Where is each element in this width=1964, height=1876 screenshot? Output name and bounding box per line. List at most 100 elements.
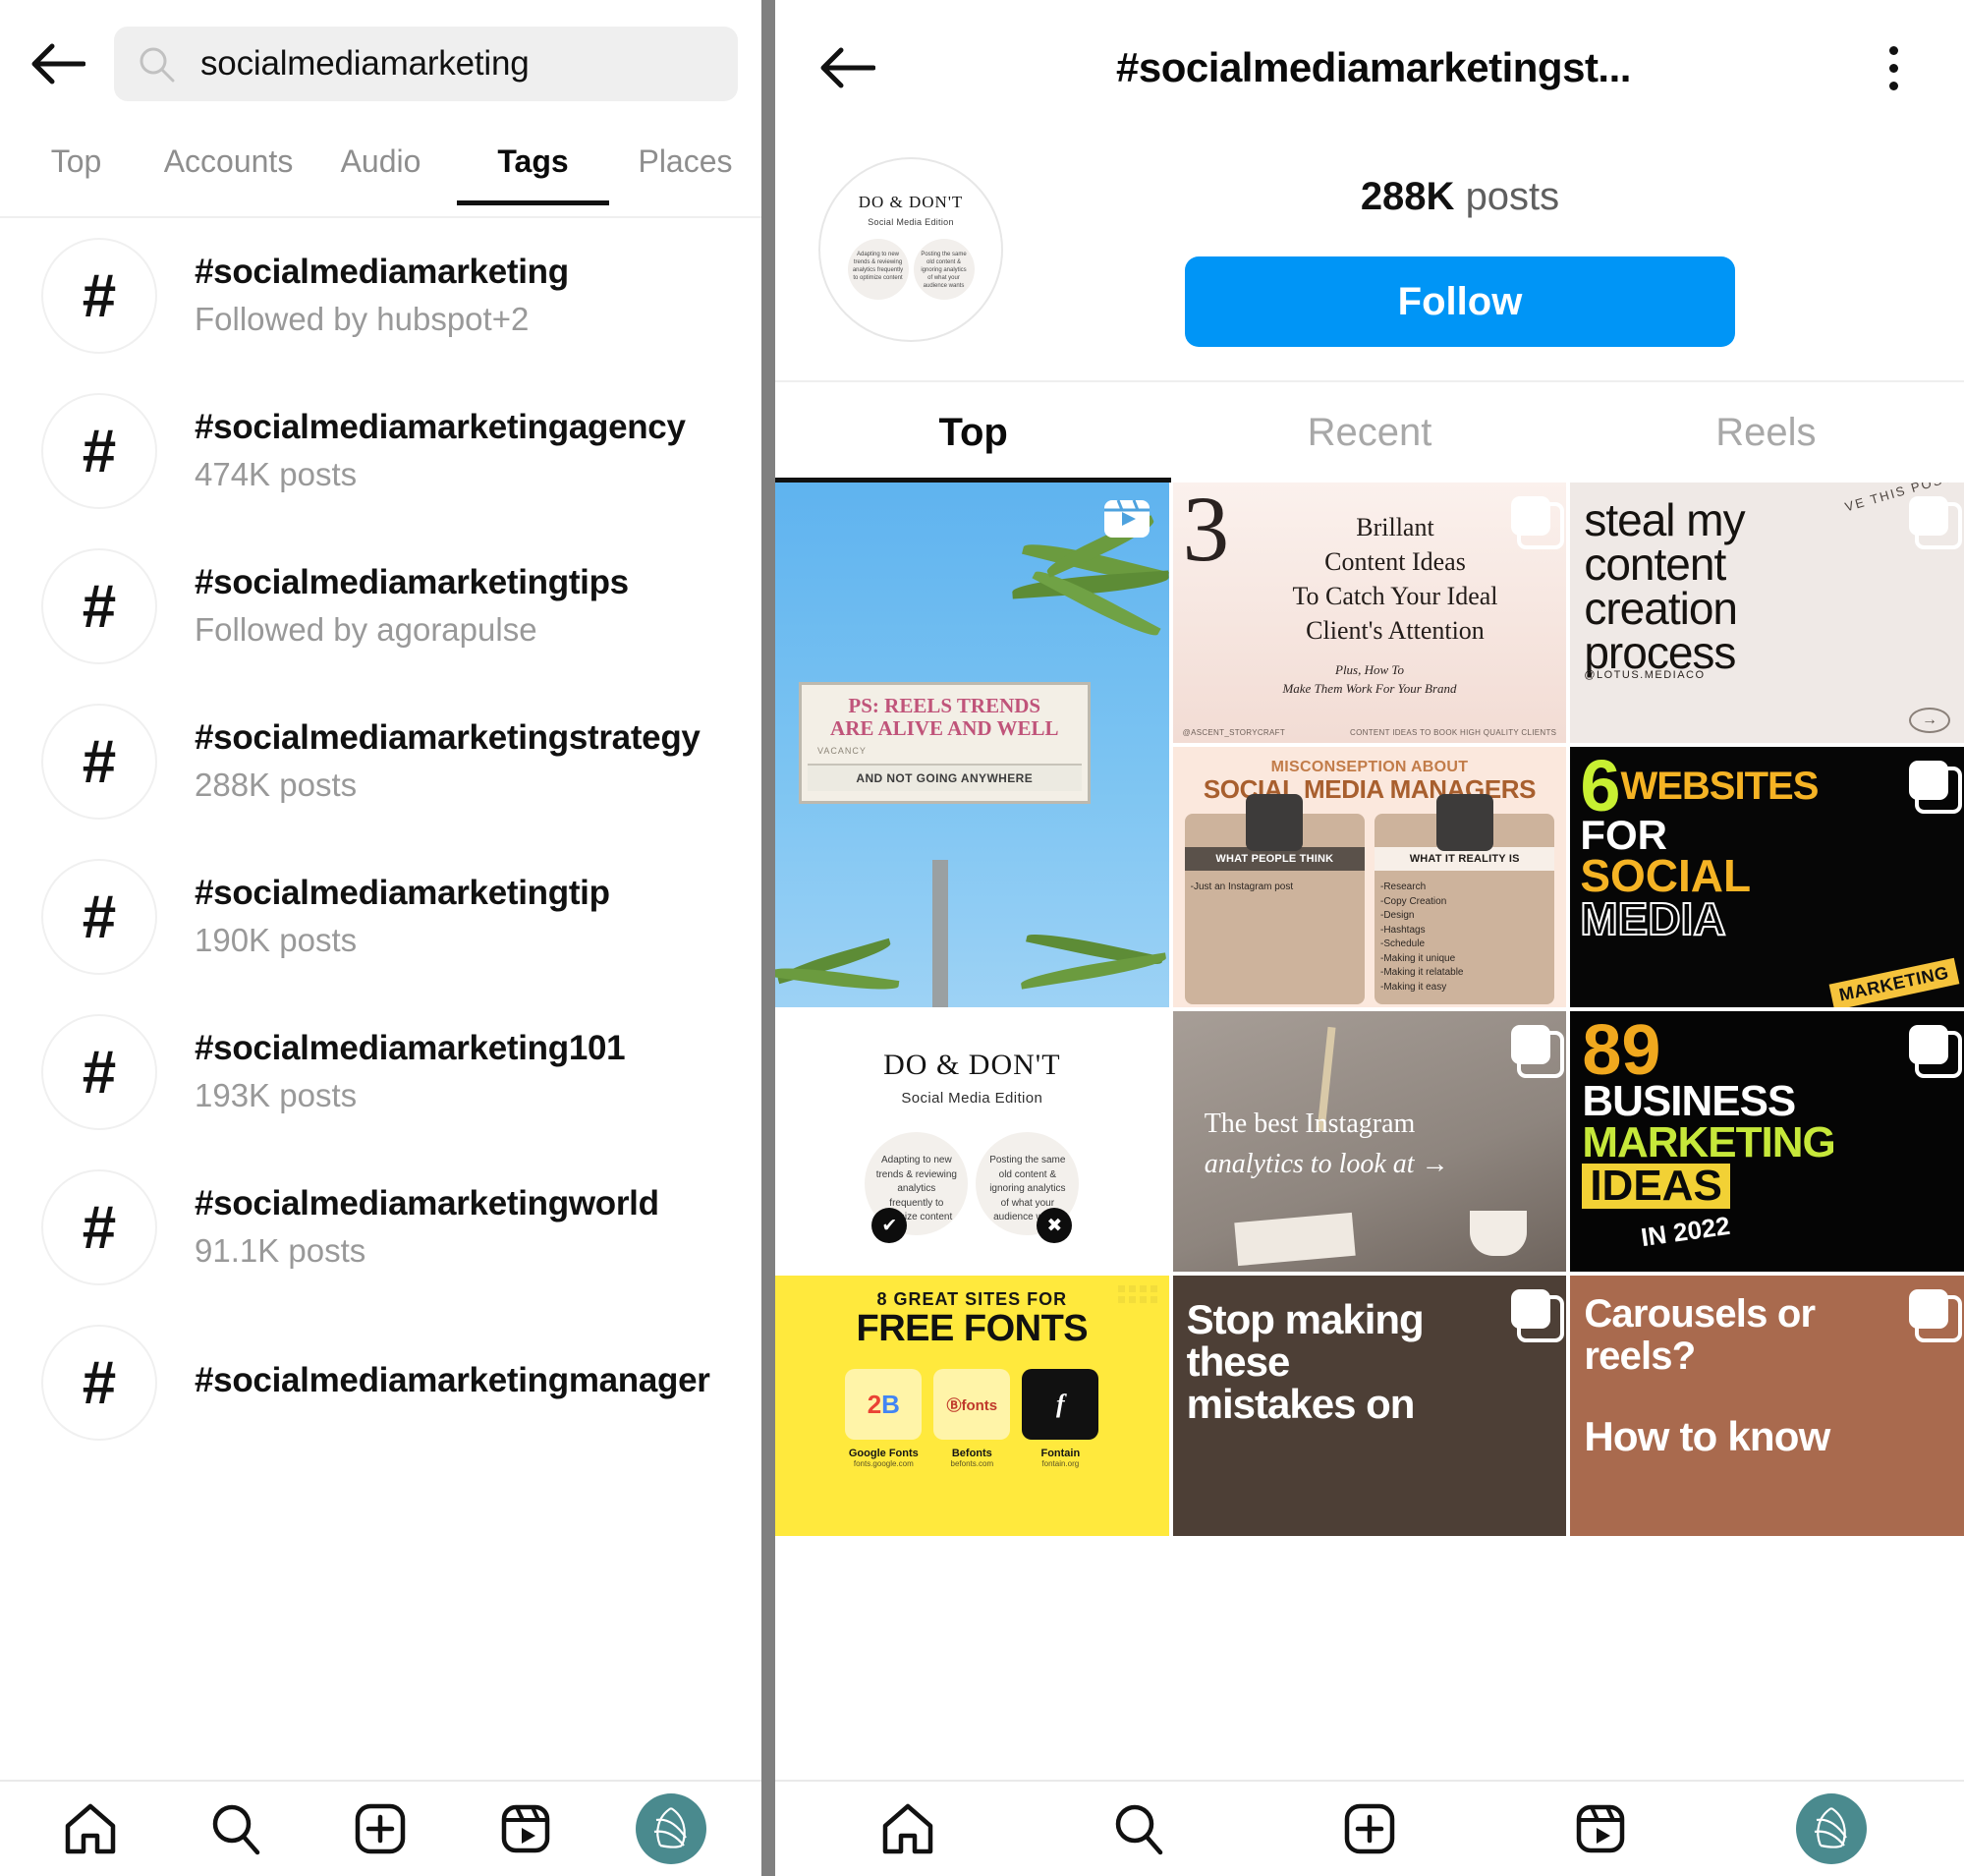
post-tile[interactable]: 6WEBSITES FOR SOCIAL MEDIA MARKETING [1570, 747, 1964, 1007]
billboard-line1b: ARE ALIVE AND WELL [830, 716, 1059, 740]
list-item[interactable]: # #socialmediamarketingworld 91.1K posts [0, 1150, 761, 1305]
post-tile[interactable]: 89 BUSINESS MARKETING IDEAS IN 2022 [1570, 1011, 1964, 1272]
post-tile[interactable]: DO & DON'T Social Media Edition Adapting… [775, 1011, 1169, 1272]
tab-top[interactable]: Top [0, 143, 152, 205]
tile-foot-right: CONTENT IDEAS TO BOOK HIGH QUALITY CLIEN… [1350, 728, 1557, 737]
reels-icon[interactable] [1565, 1793, 1636, 1864]
avatar-dont-text: Posting the same old content & ignoring … [913, 239, 975, 300]
tile-line3: mistakes on [1186, 1380, 1416, 1427]
avatar-title: DO & DON'T [858, 193, 964, 211]
list-item[interactable]: # #socialmediamarketingstrategy 288K pos… [0, 684, 761, 839]
hashtag-icon: # [41, 238, 157, 354]
list-item[interactable]: # #socialmediamarketingagency 474K posts [0, 373, 761, 529]
search-icon[interactable] [200, 1793, 271, 1864]
tab-audio[interactable]: Audio [305, 143, 457, 205]
overflow-menu-icon[interactable] [1866, 45, 1921, 90]
tile-stamp: MARKETING [1829, 957, 1960, 1007]
fontain-logo: f [1022, 1369, 1099, 1440]
hashtag-result-list: # #socialmediamarketing Followed by hubs… [0, 218, 761, 1780]
post-tile[interactable]: Stop making these mistakes on [1172, 1276, 1567, 1536]
carousel-badge-icon [1908, 1289, 1962, 1342]
hashtag-subtitle: 193K posts [195, 1076, 358, 1113]
tile-line1: Brillant [1356, 513, 1434, 541]
font-card-name: Befonts [951, 1448, 992, 1459]
tile-line1: The best Instagram [1204, 1109, 1416, 1140]
tile-artwork: MISCONSEPTION ABOUT SOCIAL MEDIA MANAGER… [1172, 747, 1567, 1007]
hashtag-name: #socialmediamarketing [195, 252, 569, 291]
tile-line2: content [1584, 539, 1726, 591]
hashtag-tabbar: Top Recent Reels [775, 380, 1964, 483]
profile-avatar-icon[interactable] [1795, 1793, 1867, 1864]
post-tile[interactable]: PS: REELS TRENDS ARE ALIVE AND WELL VACAN… [775, 483, 1169, 1007]
tile-line2: MARKETING [1582, 1117, 1835, 1166]
back-arrow-icon[interactable] [28, 33, 88, 94]
tab-places[interactable]: Places [609, 143, 761, 205]
hashtag-subtitle: Followed by hubspot+2 [195, 300, 530, 337]
post-tile[interactable]: VE THIS POST steal my content creation p… [1570, 483, 1964, 743]
tab-recent[interactable]: Recent [1171, 382, 1567, 483]
tile-left-body: -Just an Instagram post [1190, 881, 1294, 892]
billboard-line2: AND NOT GOING ANYWHERE [808, 764, 1082, 792]
reels-icon[interactable] [490, 1793, 561, 1864]
tile-handle: @LOTUS.MEDIACO [1584, 669, 1706, 682]
tile-line2: FOR [1580, 812, 1667, 858]
tile-artwork: The best Instagram analytics to look at … [1172, 1011, 1567, 1272]
tile-line1: Carousels or [1584, 1292, 1816, 1336]
post-tile[interactable]: 8 GREAT SITES FOR FREE FONTS 2B Google F… [775, 1276, 1169, 1536]
tab-accounts[interactable]: Accounts [152, 143, 305, 205]
create-icon[interactable] [345, 1793, 416, 1864]
tile-line1: Stop making [1186, 1296, 1425, 1342]
post-tile[interactable]: 3 Brillant Content Ideas To Catch Your I… [1172, 483, 1567, 743]
list-item[interactable]: # #socialmediamarketing101 193K posts [0, 995, 761, 1150]
posts-count-label: posts [1465, 175, 1560, 218]
search-input-value: socialmediamarketing [200, 44, 530, 83]
search-input[interactable]: socialmediamarketing [114, 27, 738, 101]
back-arrow-icon[interactable] [818, 45, 881, 90]
tab-reels[interactable]: Reels [1568, 382, 1964, 483]
list-item[interactable]: # #socialmediamarketingtips Followed by … [0, 529, 761, 684]
post-tile[interactable]: Carousels or reels? How to know [1570, 1276, 1964, 1536]
search-tabbar: Top Accounts Audio Tags Places [0, 118, 761, 216]
tile-artwork: 8 GREAT SITES FOR FREE FONTS 2B Google F… [775, 1276, 1169, 1536]
hashtag-avatar[interactable]: DO & DON'T Social Media Edition Adapting… [818, 157, 1003, 342]
font-card-url: fonts.google.com [853, 1459, 914, 1468]
hashtag-icon: # [41, 1014, 157, 1130]
hashtag-subtitle: 91.1K posts [195, 1231, 366, 1269]
post-tile[interactable]: MISCONSEPTION ABOUT SOCIAL MEDIA MANAGER… [1172, 747, 1567, 1007]
tile-number: 3 [1182, 483, 1230, 581]
arrow-right-icon: → [1908, 708, 1950, 733]
tile-line2: Content Ideas [1324, 547, 1466, 577]
tab-tags[interactable]: Tags [457, 143, 609, 205]
avatar-subtitle: Social Media Edition [868, 217, 954, 227]
home-icon[interactable] [55, 1793, 126, 1864]
posts-count: 288K posts [1361, 175, 1559, 219]
list-item[interactable]: # #socialmediamarketing Followed by hubs… [0, 218, 761, 373]
tile-number: 89 [1582, 1011, 1661, 1090]
tile-plus2: Make Them Work For Your Brand [1282, 680, 1457, 696]
font-card-url: befonts.com [950, 1459, 994, 1468]
hashtag-name: #socialmediamarketing101 [195, 1028, 626, 1067]
search-icon[interactable] [1103, 1793, 1174, 1864]
tile-artwork: Stop making these mistakes on [1172, 1276, 1567, 1536]
follow-button[interactable]: Follow [1185, 256, 1735, 347]
tile-line3: How to know [1584, 1413, 1830, 1460]
tile-line2: FREE FONTS [856, 1308, 1089, 1349]
profile-avatar-icon[interactable] [636, 1793, 707, 1864]
create-icon[interactable] [1334, 1793, 1405, 1864]
post-tile[interactable]: The best Instagram analytics to look at … [1172, 1011, 1567, 1272]
font-card-name: Google Fonts [848, 1448, 919, 1459]
tile-artwork: 6WEBSITES FOR SOCIAL MEDIA MARKETING [1570, 747, 1964, 1007]
hashtag-icon: # [41, 704, 157, 820]
tile-line1: steal my [1584, 494, 1745, 545]
cross-icon: ✖ [1037, 1208, 1073, 1243]
befonts-logo: Ⓑfonts [933, 1369, 1011, 1440]
avatar-circles: Adapting to new trends & reviewing analy… [847, 239, 975, 300]
hashtag-icon: # [41, 393, 157, 509]
list-item[interactable]: # #socialmediamarketingtip 190K posts [0, 839, 761, 995]
list-item[interactable]: # #socialmediamarketingmanager [0, 1305, 761, 1460]
tab-top[interactable]: Top [775, 382, 1172, 483]
carousel-badge-icon [1908, 496, 1962, 549]
tile-line3: To Catch Your Ideal [1292, 582, 1498, 611]
tile-number: 6 [1580, 747, 1621, 826]
home-icon[interactable] [872, 1793, 943, 1864]
